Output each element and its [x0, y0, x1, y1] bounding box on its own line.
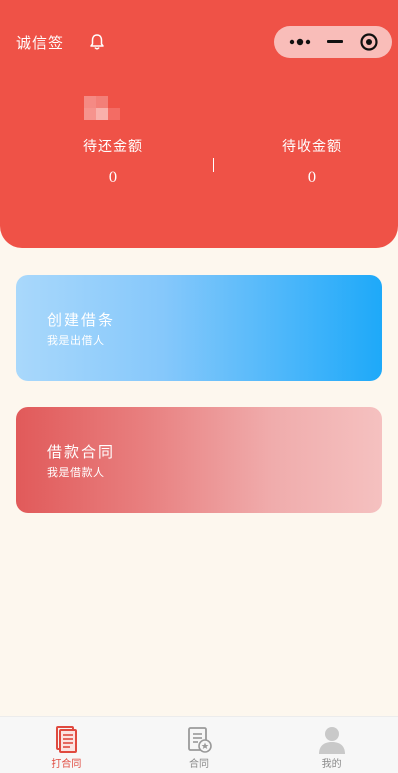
header: 诚信签 待还金额 0 待收金额 0 [0, 0, 398, 248]
card-subtitle: 我是出借人 [47, 334, 105, 347]
stat-label: 待还金额 [83, 139, 143, 155]
tab-label: 我的 [321, 759, 342, 770]
document-icon [52, 725, 80, 755]
loan-contract-card[interactable]: 借款合同 我是借款人 [16, 407, 382, 513]
stat-label: 待收金额 [282, 139, 342, 155]
tab-draft-contract[interactable]: 打合同 [0, 717, 133, 773]
stat-to-receive: 待收金额 0 [252, 136, 372, 186]
minimize-icon[interactable] [320, 26, 350, 58]
contract-icon [185, 725, 213, 755]
avatar-placeholder-icon [84, 96, 120, 120]
close-target-icon[interactable] [350, 26, 388, 58]
app-title: 诚信签 [16, 34, 65, 52]
card-subtitle: 我是借款人 [47, 466, 105, 479]
create-iou-card[interactable]: 创建借条 我是出借人 [16, 275, 382, 381]
card-title: 创建借条 [47, 311, 116, 329]
more-icon[interactable] [280, 26, 320, 58]
bell-icon[interactable] [88, 33, 106, 51]
tab-label: 打合同 [51, 759, 82, 770]
tab-mine[interactable]: 我的 [265, 717, 398, 773]
stat-to-repay: 待还金额 0 [53, 136, 173, 186]
tab-label: 合同 [189, 759, 209, 770]
mini-program-capsule [274, 26, 392, 58]
card-title: 借款合同 [47, 443, 116, 461]
user-icon [318, 725, 346, 755]
stat-value: 0 [108, 170, 118, 186]
stat-divider [213, 158, 214, 172]
stat-value: 0 [307, 170, 317, 186]
tab-bar: 打合同 合同 我的 [0, 716, 398, 773]
tab-contracts[interactable]: 合同 [133, 717, 266, 773]
